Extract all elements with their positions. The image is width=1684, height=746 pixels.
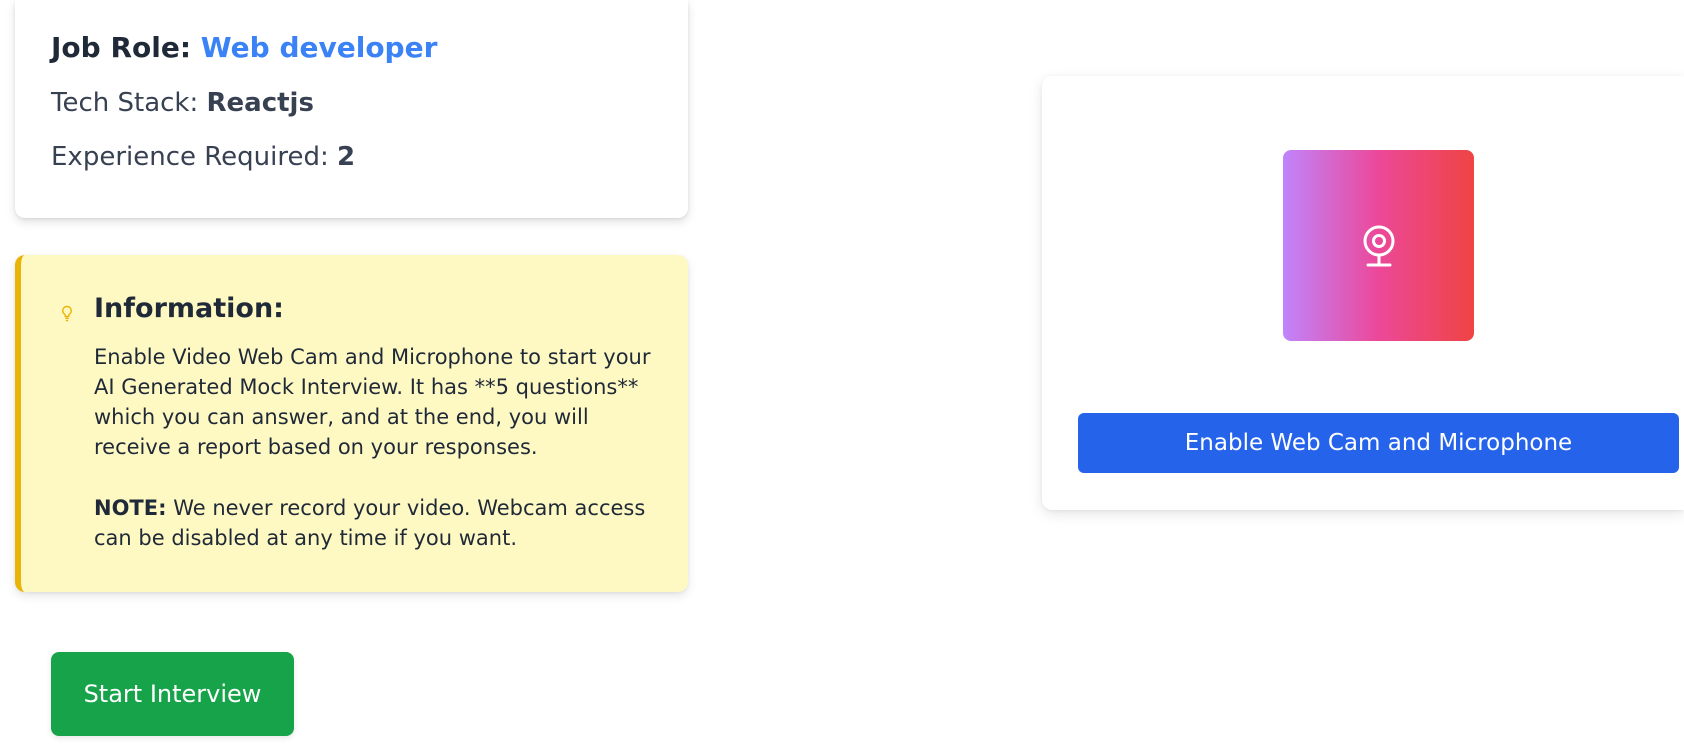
- lightbulb-icon: [60, 305, 74, 323]
- job-role-value: Web developer: [200, 31, 438, 64]
- job-details-card: Job Role: Web developer Tech Stack: Reac…: [15, 0, 688, 218]
- tech-stack-line: Tech Stack: Reactjs: [51, 88, 314, 118]
- job-role-label: Job Role:: [51, 31, 192, 64]
- experience-value: 2: [337, 142, 356, 172]
- webcam-preview-placeholder: [1283, 150, 1474, 341]
- experience-line: Experience Required: 2: [51, 142, 355, 172]
- information-note: NOTE: We never record your video. Webcam…: [94, 493, 659, 553]
- information-panel: Information: Enable Video Web Cam and Mi…: [15, 255, 688, 592]
- webcam-icon: [1360, 224, 1398, 268]
- tech-stack-label: Tech Stack:: [51, 88, 199, 118]
- start-interview-button[interactable]: Start Interview: [51, 652, 294, 736]
- interview-setup-page: Job Role: Web developer Tech Stack: Reac…: [0, 0, 1684, 746]
- note-text: We never record your video. Webcam acces…: [94, 496, 646, 550]
- job-role-heading: Job Role: Web developer: [51, 31, 437, 64]
- note-label: NOTE:: [94, 496, 167, 520]
- experience-label: Experience Required:: [51, 142, 329, 172]
- information-title: Information:: [94, 293, 284, 324]
- information-body: Enable Video Web Cam and Microphone to s…: [94, 345, 651, 459]
- tech-stack-value: Reactjs: [206, 88, 314, 118]
- enable-webcam-microphone-button[interactable]: Enable Web Cam and Microphone: [1078, 413, 1679, 473]
- webcam-card: Enable Web Cam and Microphone: [1042, 76, 1684, 510]
